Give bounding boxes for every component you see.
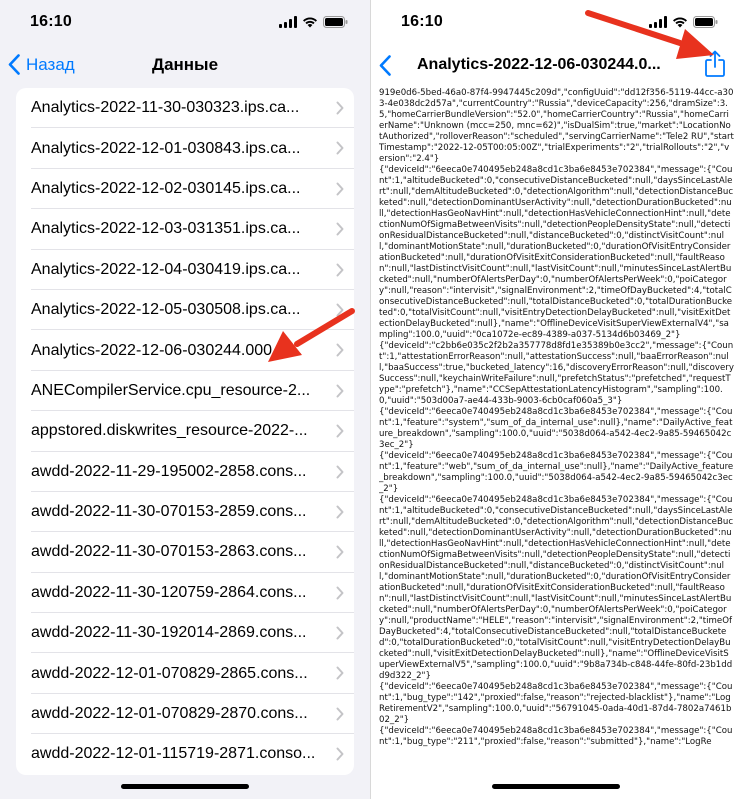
file-name: Analytics-2022-12-02-030145.ips.ca... bbox=[31, 179, 301, 197]
page-title: Данные bbox=[151, 55, 219, 74]
file-name: Analytics-2022-11-30-030323.ips.ca... bbox=[31, 99, 300, 117]
chevron-right-icon bbox=[336, 626, 344, 640]
file-title: Analytics-2022-12-06-030244.0... bbox=[417, 56, 661, 73]
back-button[interactable] bbox=[379, 55, 391, 81]
signal-icon bbox=[279, 16, 297, 28]
chevron-right-icon bbox=[336, 303, 344, 317]
home-indicator bbox=[121, 784, 249, 789]
battery-icon bbox=[323, 16, 348, 28]
status-icons bbox=[649, 16, 718, 28]
share-button[interactable] bbox=[704, 50, 726, 83]
chevron-right-icon bbox=[336, 465, 344, 479]
file-name: awdd-2022-11-30-192014-2869.cons... bbox=[31, 624, 307, 642]
file-name: awdd-2022-11-30-120759-2864.cons... bbox=[31, 583, 307, 601]
list-item[interactable]: awdd-2022-11-30-120759-2864.cons... bbox=[16, 573, 354, 614]
file-name: awdd-2022-11-30-070153-2859.cons... bbox=[31, 503, 307, 521]
wifi-icon bbox=[673, 17, 687, 28]
wifi-icon bbox=[303, 17, 317, 28]
list-item[interactable]: Analytics-2022-11-30-030323.ips.ca... bbox=[16, 88, 354, 129]
list-item[interactable]: Analytics-2022-12-02-030145.ips.ca... bbox=[16, 169, 354, 210]
file-name: Analytics-2022-12-06-030244.000.ip... bbox=[31, 341, 303, 359]
file-name: awdd-2022-12-01-115719-2871.conso... bbox=[31, 745, 316, 763]
navigation-bar: Назад Данные bbox=[0, 44, 370, 88]
chevron-right-icon bbox=[336, 263, 344, 277]
chevron-left-icon bbox=[379, 55, 391, 76]
list-item[interactable]: awdd-2022-11-30-070153-2859.cons... bbox=[16, 492, 354, 533]
list-item[interactable]: awdd-2022-11-30-070153-2863.cons... bbox=[16, 532, 354, 574]
status-icons bbox=[279, 16, 348, 28]
log-content: 919e0d6-5bed-46a0-87f4-9947445c209d","co… bbox=[379, 88, 734, 747]
chevron-right-icon bbox=[336, 586, 344, 600]
status-bar: 16:10 bbox=[0, 0, 370, 44]
status-bar: 16:10 bbox=[371, 0, 740, 44]
file-list-screen: 16:10 Назад Данные Analytics-2022-11-30-… bbox=[0, 0, 370, 799]
file-name: appstored.diskwrites_resource-2022-... bbox=[31, 422, 308, 440]
chevron-right-icon bbox=[336, 707, 344, 721]
chevron-right-icon bbox=[336, 384, 344, 398]
navigation-bar: Analytics-2022-12-06-030244.0... bbox=[371, 44, 740, 88]
home-indicator bbox=[492, 784, 620, 789]
status-time: 16:10 bbox=[401, 13, 443, 30]
list-item[interactable]: ANECompilerService.cpu_resource-2... bbox=[16, 371, 354, 412]
list-item[interactable]: awdd-2022-11-30-192014-2869.cons... bbox=[16, 613, 354, 654]
list-item[interactable]: Analytics-2022-12-05-030508.ips.ca... bbox=[16, 290, 354, 331]
list-item[interactable]: awdd-2022-11-29-195002-2858.cons... bbox=[16, 452, 354, 493]
list-item[interactable]: awdd-2022-12-01-070829-2865.cons... bbox=[16, 653, 354, 695]
battery-icon bbox=[693, 16, 718, 28]
file-list: Analytics-2022-11-30-030323.ips.ca... Ana… bbox=[16, 88, 354, 775]
list-item[interactable]: Analytics-2022-12-03-031351.ips.ca... bbox=[16, 209, 354, 250]
status-time: 16:10 bbox=[30, 13, 72, 30]
file-detail-screen: 16:10 Analytics-2022-12-06-030244.0... 9… bbox=[370, 0, 740, 799]
file-name: Analytics-2022-12-01-030843.ips.ca... bbox=[31, 139, 301, 157]
file-name: awdd-2022-11-29-195002-2858.cons... bbox=[31, 462, 307, 480]
file-name: Analytics-2022-12-03-031351.ips.ca... bbox=[31, 220, 301, 238]
list-item[interactable]: awdd-2022-12-01-115719-2871.conso... bbox=[16, 734, 354, 774]
file-name: Analytics-2022-12-05-030508.ips.ca... bbox=[31, 301, 301, 319]
chevron-right-icon bbox=[336, 545, 344, 559]
chevron-right-icon bbox=[336, 182, 344, 196]
list-item[interactable]: Analytics-2022-12-04-030419.ips.ca... bbox=[16, 250, 354, 291]
list-item[interactable]: awdd-2022-12-01-070829-2870.cons... bbox=[16, 694, 354, 735]
chevron-right-icon bbox=[336, 222, 344, 236]
signal-icon bbox=[649, 16, 667, 28]
chevron-right-icon bbox=[336, 747, 344, 761]
file-name: awdd-2022-11-30-070153-2863.cons... bbox=[31, 543, 307, 561]
file-name: ANECompilerService.cpu_resource-2... bbox=[31, 381, 311, 399]
list-item[interactable]: Analytics-2022-12-01-030843.ips.ca... bbox=[16, 128, 354, 170]
chevron-right-icon bbox=[336, 666, 344, 680]
chevron-right-icon bbox=[336, 343, 344, 357]
list-item[interactable]: appstored.diskwrites_resource-2022-... bbox=[16, 411, 354, 452]
chevron-right-icon bbox=[336, 505, 344, 519]
file-name: awdd-2022-12-01-070829-2870.cons... bbox=[31, 705, 308, 723]
file-name: Analytics-2022-12-04-030419.ips.ca... bbox=[31, 260, 301, 278]
list-item[interactable]: Analytics-2022-12-06-030244.000.ip... bbox=[16, 330, 354, 372]
chevron-right-icon bbox=[336, 141, 344, 155]
chevron-right-icon bbox=[336, 101, 344, 115]
chevron-right-icon bbox=[336, 424, 344, 438]
file-name: awdd-2022-12-01-070829-2865.cons... bbox=[31, 664, 308, 682]
share-icon bbox=[705, 50, 725, 77]
